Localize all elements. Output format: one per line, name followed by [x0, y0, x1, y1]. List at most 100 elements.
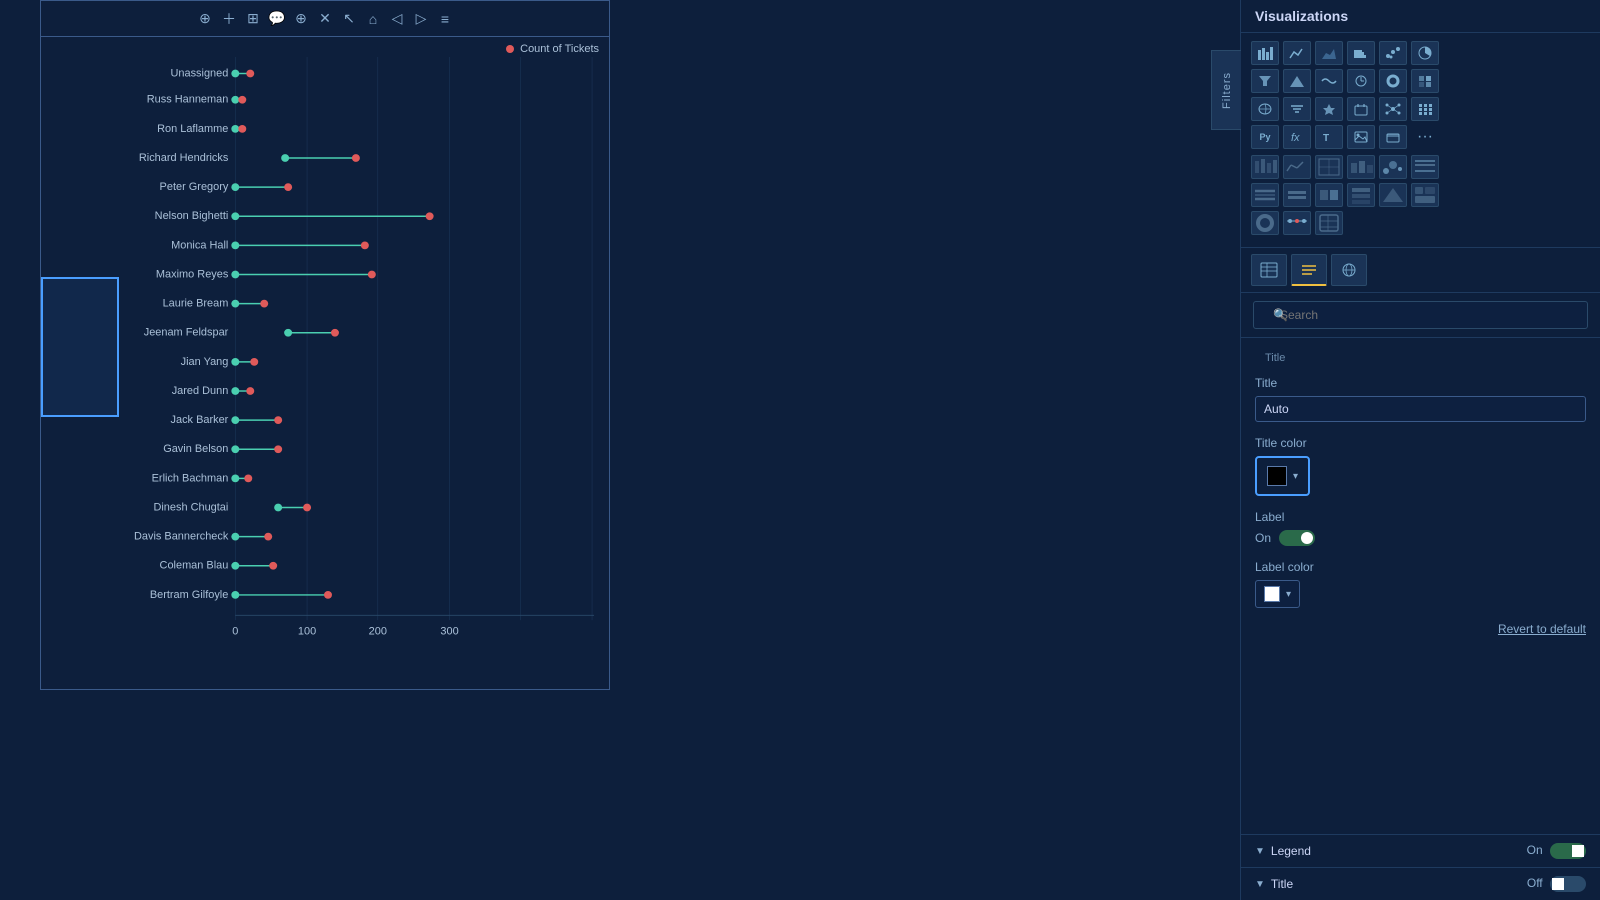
svg-text:Ron Laflamme: Ron Laflamme: [157, 123, 228, 135]
viz-icons-grid: Py fx T ···: [1241, 33, 1600, 248]
pattern8-btn[interactable]: [1283, 183, 1311, 207]
title-color-section: Title color ▾: [1255, 436, 1586, 496]
clock-btn[interactable]: [1347, 69, 1375, 93]
pattern1-btn[interactable]: [1251, 155, 1279, 179]
bar-chart-btn[interactable]: [1251, 41, 1279, 65]
label-color-box[interactable]: ▾: [1255, 580, 1300, 608]
svg-text:Nelson Bighetti: Nelson Bighetti: [155, 210, 229, 222]
scatter-chart-btn[interactable]: [1379, 41, 1407, 65]
filter2-btn[interactable]: [1283, 97, 1311, 121]
pattern2-btn[interactable]: [1283, 155, 1311, 179]
pattern4-btn[interactable]: [1347, 155, 1375, 179]
legend-section-header[interactable]: ▼ Legend On: [1241, 834, 1600, 867]
zoom-in-btn[interactable]: ⊕: [195, 9, 215, 29]
pattern11-btn[interactable]: [1379, 183, 1407, 207]
cursor-btn[interactable]: ↖: [339, 9, 359, 29]
pattern6-btn[interactable]: [1411, 155, 1439, 179]
time-btn[interactable]: [1347, 97, 1375, 121]
title2-toggle-value: Off: [1527, 876, 1586, 892]
title-input[interactable]: [1255, 396, 1586, 422]
title-prop-section: Title: [1255, 376, 1586, 422]
label-toggle[interactable]: [1279, 530, 1315, 546]
comment-btn[interactable]: 💬: [267, 9, 287, 29]
label-color-dropdown-arrow: ▾: [1286, 589, 1291, 600]
title2-section-header[interactable]: ▼ Title Off: [1241, 867, 1600, 900]
svg-text:Jeenam Feldspar: Jeenam Feldspar: [144, 327, 229, 339]
donut-btn[interactable]: [1379, 69, 1407, 93]
props-panel: Title Title Title color ▾ Label On: [1241, 338, 1600, 834]
funnel-btn[interactable]: [1251, 69, 1279, 93]
title-color-box[interactable]: ▾: [1255, 456, 1310, 496]
viz-bottom-row: [1241, 248, 1600, 293]
line-chart-btn[interactable]: [1283, 41, 1311, 65]
title2-chevron: ▼: [1255, 879, 1265, 890]
area-chart-btn[interactable]: [1315, 41, 1343, 65]
geo-btn[interactable]: [1315, 97, 1343, 121]
menu-btn[interactable]: ≡: [435, 9, 455, 29]
cross-btn[interactable]: ✕: [315, 9, 335, 29]
pattern10-btn[interactable]: [1347, 183, 1375, 207]
pattern14-btn[interactable]: [1283, 211, 1311, 235]
search-input[interactable]: [1253, 301, 1588, 329]
legend-dot: [506, 45, 514, 53]
more-btn[interactable]: ···: [1411, 125, 1439, 149]
revert-link[interactable]: Revert to default: [1498, 622, 1586, 636]
pattern13-btn[interactable]: [1251, 211, 1279, 235]
filters-tab[interactable]: Filters: [1211, 50, 1241, 130]
viz-row-1: [1251, 41, 1590, 65]
left-arrow-btn[interactable]: ◁: [387, 9, 407, 29]
container-btn[interactable]: [1379, 125, 1407, 149]
label-toggle-on-text: On: [1255, 531, 1271, 545]
pattern5-btn[interactable]: [1379, 155, 1407, 179]
svg-text:T: T: [1323, 133, 1329, 144]
home-btn[interactable]: ⌂: [363, 9, 383, 29]
right-panel: Filters Visualizations: [1240, 0, 1600, 900]
title-prop-label: Title: [1255, 376, 1586, 390]
network-btn[interactable]: [1379, 97, 1407, 121]
mountain-btn[interactable]: [1283, 69, 1311, 93]
viz-row-7: [1251, 211, 1590, 235]
label-prop-label: Label: [1255, 510, 1586, 524]
label-color-section: Label color ▾: [1255, 560, 1586, 608]
format-view-btn[interactable]: [1291, 254, 1327, 286]
svg-text:300: 300: [440, 626, 458, 638]
wave-btn[interactable]: [1315, 69, 1343, 93]
pattern12-btn[interactable]: [1411, 183, 1439, 207]
pie-chart-btn[interactable]: [1411, 41, 1439, 65]
map-btn[interactable]: [1251, 97, 1279, 121]
viz-header: Visualizations: [1241, 0, 1600, 33]
svg-text:Richard Hendricks: Richard Hendricks: [139, 152, 229, 164]
main-area: ⊕ ＋ ⊞ 💬 ⊕ ✕ ↖ ⌂ ◁ ▷ ≡ Count of Tickets: [0, 0, 1240, 900]
search-wrapper: 🔍: [1253, 301, 1588, 329]
right-arrow-btn[interactable]: ▷: [411, 9, 431, 29]
python-btn[interactable]: Py: [1251, 125, 1279, 149]
pattern9-btn[interactable]: [1315, 183, 1343, 207]
svg-text:100: 100: [298, 626, 316, 638]
pattern7-btn[interactable]: [1251, 183, 1279, 207]
revert-btn-container: Revert to default: [1255, 622, 1586, 636]
svg-text:Laurie Bream: Laurie Bream: [163, 298, 229, 310]
pattern3-btn[interactable]: [1315, 155, 1343, 179]
add-btn[interactable]: ＋: [219, 9, 239, 29]
svg-text:Unassigned: Unassigned: [170, 68, 228, 80]
svg-text:200: 200: [369, 626, 387, 638]
matrix-btn[interactable]: [1411, 97, 1439, 121]
text-btn[interactable]: T: [1315, 125, 1343, 149]
add-viz-btn[interactable]: ⊕: [291, 9, 311, 29]
title-color-swatch: [1267, 466, 1287, 486]
grid-btn[interactable]: ⊞: [243, 9, 263, 29]
data-view-btn[interactable]: [1331, 254, 1367, 286]
tile-btn[interactable]: [1411, 69, 1439, 93]
table-view-btn[interactable]: [1251, 254, 1287, 286]
search-icon: 🔍: [1273, 308, 1288, 322]
pattern15-btn[interactable]: [1315, 211, 1343, 235]
formula-btn[interactable]: fx: [1283, 125, 1311, 149]
legend-toggle-value: On: [1527, 843, 1586, 859]
svg-text:Jian Yang: Jian Yang: [181, 356, 229, 368]
filters-tab-label: Filters: [1221, 72, 1233, 109]
column-chart-btn[interactable]: [1347, 41, 1375, 65]
svg-text:Davis Bannercheck: Davis Bannercheck: [134, 531, 229, 543]
image-btn[interactable]: [1347, 125, 1375, 149]
search-container: 🔍: [1241, 293, 1600, 338]
svg-text:Coleman Blau: Coleman Blau: [160, 560, 229, 572]
